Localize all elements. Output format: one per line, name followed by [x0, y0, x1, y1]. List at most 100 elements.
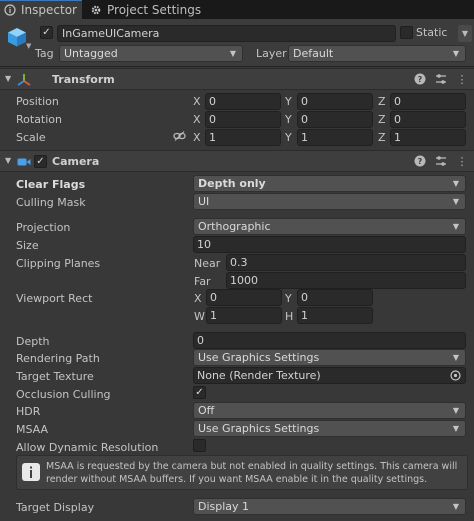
- depth-field[interactable]: 0: [193, 332, 466, 349]
- axis-x-label: X: [193, 113, 201, 126]
- hdr-label: HDR: [16, 405, 41, 418]
- scale-x-field[interactable]: 1: [205, 129, 281, 146]
- axis-y-label: Y: [285, 131, 292, 144]
- layer-label: Layer: [256, 47, 287, 60]
- scale-y-field[interactable]: 1: [297, 129, 373, 146]
- viewport-x-field[interactable]: 0: [206, 289, 282, 306]
- rotation-y-field[interactable]: 0: [297, 111, 373, 128]
- projection-value: Orthographic: [198, 220, 271, 233]
- target-texture-field[interactable]: None (Render Texture): [193, 367, 466, 384]
- target-display-dropdown[interactable]: Display 1 ▼: [193, 498, 466, 515]
- far-field[interactable]: 1000: [226, 272, 466, 289]
- link-icon[interactable]: [173, 130, 186, 142]
- target-texture-value: None (Render Texture): [197, 369, 321, 382]
- projection-dropdown[interactable]: Orthographic ▼: [193, 218, 466, 235]
- more-icon[interactable]: ⋮: [456, 73, 468, 86]
- viewport-x-label: X: [194, 292, 202, 305]
- position-y-field[interactable]: 0: [297, 93, 373, 110]
- gear-icon: [90, 4, 102, 16]
- more-icon[interactable]: ⋮: [456, 155, 468, 168]
- help-icon[interactable]: ?: [414, 73, 426, 85]
- tab-inspector[interactable]: Inspector: [0, 0, 82, 19]
- axis-x-label: X: [193, 95, 201, 108]
- position-x-field[interactable]: 0: [205, 93, 281, 110]
- camera-enabled-toggle[interactable]: ✓: [34, 155, 47, 168]
- viewport-y-label: Y: [285, 292, 292, 305]
- svg-text:?: ?: [418, 75, 423, 84]
- fold-down-icon[interactable]: ▼: [5, 156, 11, 165]
- chevron-down-icon: ▼: [452, 353, 459, 362]
- layer-dropdown[interactable]: Default ▼: [288, 45, 466, 62]
- help-icon[interactable]: ?: [414, 155, 426, 167]
- hdr-value: Off: [198, 404, 215, 417]
- msaa-warning-text: MSAA is requested by the camera but not …: [46, 461, 458, 485]
- cube-icon: [6, 26, 28, 48]
- transform-header-icons: ? ⋮: [414, 73, 468, 86]
- rendering-path-dropdown[interactable]: Use Graphics Settings ▼: [193, 349, 466, 366]
- rendering-path-label: Rendering Path: [16, 352, 100, 365]
- tag-value: Untagged: [64, 47, 118, 60]
- tab-inspector-label: Inspector: [21, 3, 77, 17]
- position-z-field[interactable]: 0: [390, 93, 466, 110]
- tab-bar: Inspector Project Settings: [0, 0, 474, 19]
- transform-header[interactable]: ▼ Transform ? ⋮: [0, 68, 474, 90]
- culling-mask-dropdown[interactable]: UI ▼: [193, 193, 466, 210]
- viewport-y-field[interactable]: 0: [297, 289, 373, 306]
- target-texture-label: Target Texture: [16, 370, 94, 383]
- culling-mask-value: UI: [198, 195, 210, 208]
- dynamic-resolution-toggle[interactable]: [193, 439, 206, 452]
- axis-y-label: Y: [285, 113, 292, 126]
- camera-title: Camera: [52, 155, 100, 168]
- presets-icon[interactable]: [435, 73, 447, 85]
- fold-down-icon[interactable]: ▼: [5, 74, 11, 83]
- svg-text:?: ?: [418, 157, 423, 166]
- static-toggle[interactable]: [400, 26, 413, 39]
- presets-icon[interactable]: [435, 155, 447, 167]
- target-display-value: Display 1: [198, 500, 250, 513]
- transform-axes-icon: [17, 73, 31, 87]
- chevron-down-icon: ▼: [452, 179, 459, 188]
- chevron-down-icon: ▼: [229, 49, 236, 58]
- tag-label: Tag: [35, 47, 54, 60]
- chevron-down-icon: ▼: [452, 424, 459, 433]
- camera-header[interactable]: ▼ ✓ Camera ? ⋮: [0, 150, 474, 172]
- chevron-down-icon: ▼: [452, 197, 459, 206]
- depth-label: Depth: [16, 335, 50, 348]
- icon-dropdown-icon[interactable]: ▼: [26, 42, 31, 50]
- occlusion-culling-toggle[interactable]: ✓: [193, 386, 206, 399]
- scale-z-field[interactable]: 1: [390, 129, 466, 146]
- game-object-header: ▼ ✓ InGameUICamera Static ▼ Tag Untagged…: [0, 19, 474, 67]
- tag-dropdown[interactable]: Untagged ▼: [59, 45, 243, 62]
- object-name-field[interactable]: InGameUICamera: [57, 25, 396, 42]
- info-icon: [4, 4, 16, 16]
- hdr-dropdown[interactable]: Off ▼: [193, 402, 466, 419]
- active-toggle[interactable]: ✓: [40, 26, 53, 39]
- axis-z-label: Z: [378, 113, 386, 126]
- viewport-h-label: H: [285, 310, 294, 323]
- static-dropdown[interactable]: ▼: [458, 25, 472, 42]
- chevron-down-icon: ▼: [452, 502, 459, 511]
- size-field[interactable]: 10: [193, 236, 466, 253]
- clear-flags-value: Depth only: [198, 177, 266, 190]
- object-picker-icon[interactable]: [450, 370, 461, 381]
- tab-project-settings-label: Project Settings: [107, 2, 202, 17]
- chevron-down-icon: ▼: [452, 222, 459, 231]
- msaa-value: Use Graphics Settings: [198, 422, 320, 435]
- rotation-z-field[interactable]: 0: [390, 111, 466, 128]
- clear-flags-dropdown[interactable]: Depth only ▼: [193, 175, 466, 192]
- viewport-h-field[interactable]: 1: [297, 307, 373, 324]
- layer-value: Default: [293, 47, 334, 60]
- rotation-x-field[interactable]: 0: [205, 111, 281, 128]
- near-field[interactable]: 0.3: [226, 254, 466, 271]
- position-label: Position: [16, 95, 59, 108]
- chevron-down-icon: ▼: [452, 406, 459, 415]
- msaa-label: MSAA: [16, 423, 49, 436]
- axis-x-label: X: [193, 131, 201, 144]
- msaa-dropdown[interactable]: Use Graphics Settings ▼: [193, 420, 466, 437]
- dynamic-resolution-label: Allow Dynamic Resolution: [16, 441, 159, 454]
- viewport-w-label: W: [194, 310, 205, 323]
- axis-z-label: Z: [378, 95, 386, 108]
- tab-project-settings[interactable]: Project Settings: [86, 0, 206, 19]
- viewport-w-field[interactable]: 1: [206, 307, 282, 324]
- clear-flags-label: Clear Flags: [16, 178, 86, 191]
